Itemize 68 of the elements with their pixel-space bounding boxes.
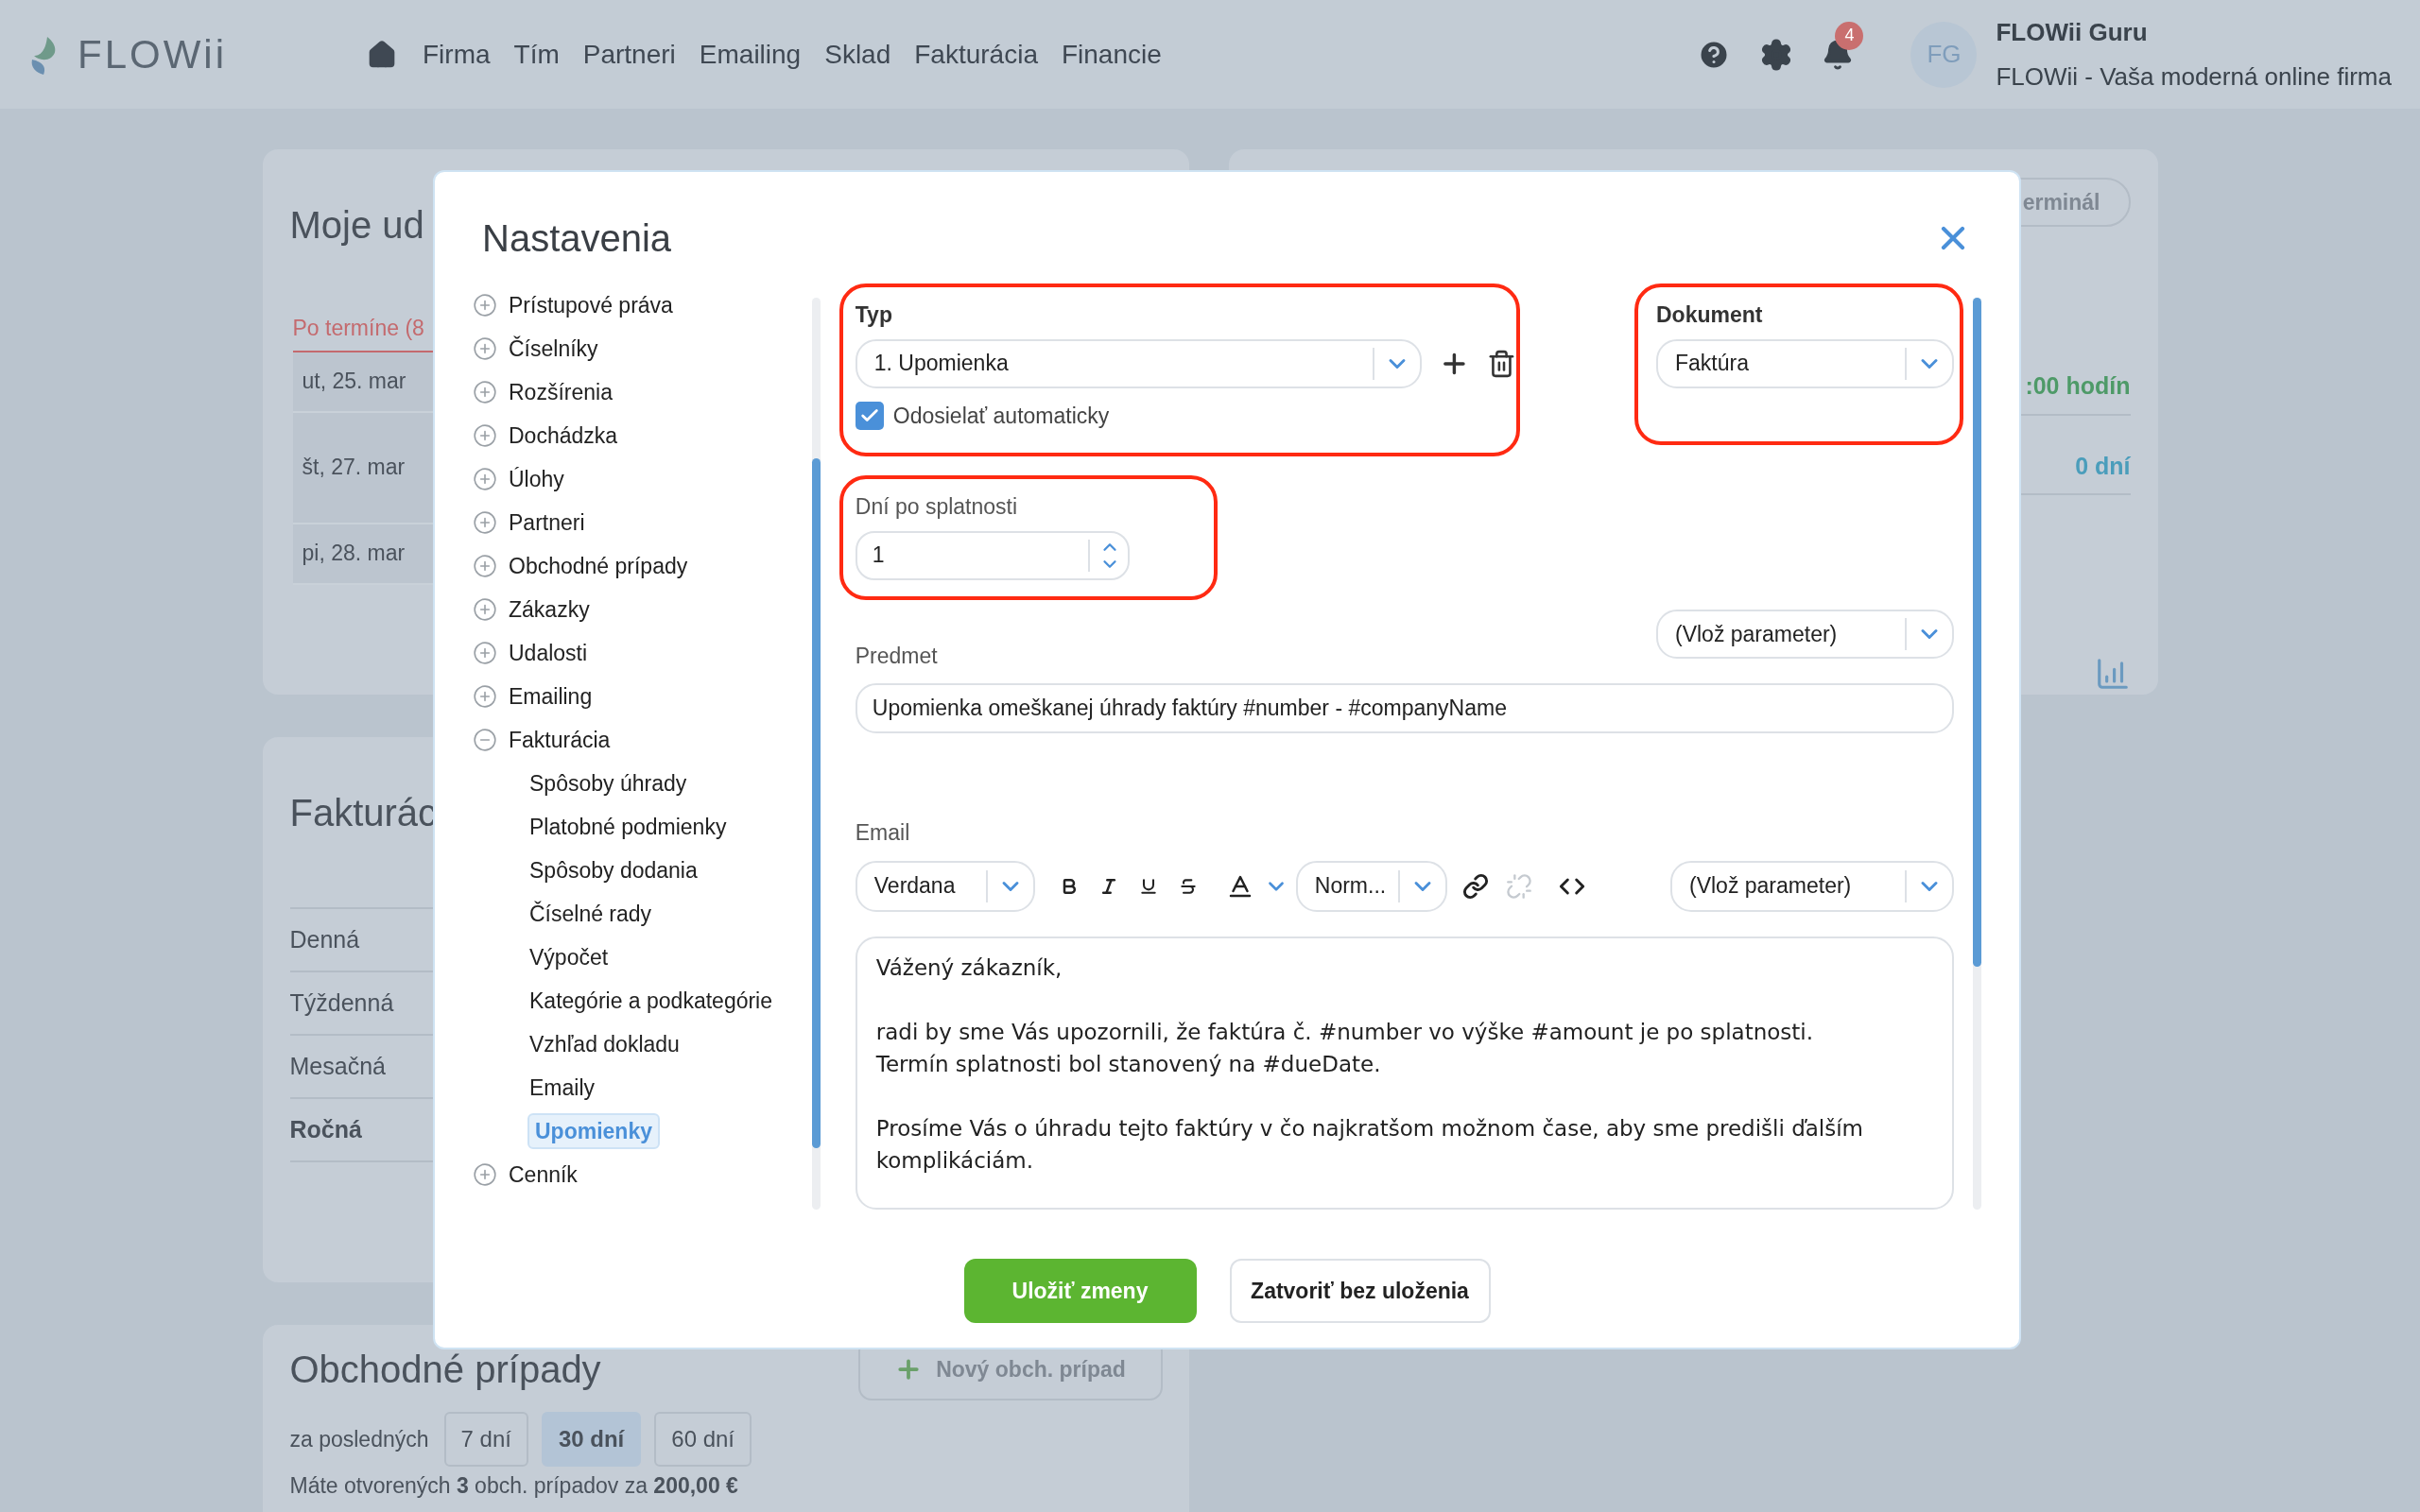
user-name: FLOWii Guru — [1996, 16, 2149, 48]
field-label: Dní po splatnosti — [855, 493, 1019, 521]
field-label: Email — [855, 819, 911, 848]
type-select[interactable]: 1. Upomienka — [855, 338, 1423, 388]
expand-icon — [473, 1162, 497, 1187]
range-label: za posledných — [289, 1425, 429, 1453]
range-pill[interactable]: 7 dní — [443, 1412, 528, 1467]
field-label: Predmet — [855, 642, 938, 670]
expand-icon — [473, 293, 497, 318]
nav-link[interactable]: Partneri — [582, 34, 676, 75]
link-icon[interactable] — [1461, 872, 1489, 900]
tree-item[interactable]: Zákazky — [473, 588, 812, 631]
field-label: Dokument — [1656, 301, 1764, 329]
underline-icon[interactable] — [1138, 876, 1158, 896]
card-title: Obchodné prípady — [289, 1348, 601, 1392]
nav-link[interactable]: Financie — [1061, 34, 1162, 75]
strikethrough-icon[interactable] — [1178, 876, 1198, 896]
subject-field[interactable]: Upomienka omeškanej úhrady faktúry #number - #companyName — [855, 683, 1954, 734]
tree-subitem[interactable]: Spôsoby dodania — [527, 853, 700, 887]
email-editor[interactable] — [855, 936, 1954, 1210]
font-select[interactable]: Verdana — [855, 860, 1035, 912]
logo-text: FLOWii — [78, 31, 227, 78]
email-paragraph: Prosíme Vás o úhradu tejto faktúry v čo najkratšom možnom čase, aby sme predišli ďalším komplikáciám. — [875, 1114, 1865, 1175]
number-field[interactable]: 1 — [855, 530, 1130, 580]
dialog-title: Nastavenia — [482, 216, 672, 261]
expand-icon — [473, 554, 497, 578]
tree-item[interactable]: Emailing — [473, 675, 812, 718]
scrollbar-thumb[interactable] — [1973, 298, 1981, 967]
company-name: FLOWii - Vaša moderná online firma — [1996, 60, 2392, 93]
collapse-icon — [473, 728, 497, 752]
nav-link[interactable]: Emailing — [699, 34, 802, 75]
checkbox[interactable] — [855, 401, 884, 430]
nav-link[interactable]: Tím — [513, 34, 560, 75]
deals-summary: Máte otvorených 3 obch. prípadov za 200,00 € — [289, 1472, 739, 1499]
scrollbar[interactable] — [1973, 298, 1981, 1210]
nav-link[interactable]: Sklad — [824, 34, 891, 75]
card-title: Fakturác — [289, 791, 438, 835]
expand-icon — [473, 510, 497, 535]
home-icon[interactable] — [367, 39, 397, 70]
notification-badge: 4 — [1835, 21, 1864, 50]
tree-item[interactable]: Udalosti — [473, 631, 812, 675]
parameter-select[interactable]: (Vlož parameter) — [1656, 610, 1954, 660]
range-pill[interactable]: 60 dní — [654, 1412, 752, 1467]
nav-link[interactable]: Fakturácia — [914, 34, 1038, 75]
expand-icon — [473, 467, 497, 491]
tree-item[interactable]: Fakturácia — [473, 718, 812, 762]
document-select[interactable]: Faktúra — [1656, 338, 1954, 388]
tree-subitem[interactable]: Platobné podmienky — [527, 810, 729, 844]
scrollbar[interactable] — [811, 298, 821, 1210]
nav-link[interactable]: Firma — [423, 34, 491, 75]
range-pill[interactable]: 30 dní — [541, 1412, 642, 1467]
tree-item[interactable]: Prístupové práva — [473, 284, 812, 327]
email-paragraph: Vážený zákazník, — [875, 954, 1063, 982]
expand-icon — [473, 423, 497, 448]
tree-subitem[interactable]: Spôsoby úhrady — [527, 766, 689, 800]
parameter-select[interactable]: (Vlož parameter) — [1670, 860, 1954, 912]
field-label: Typ — [855, 301, 893, 329]
email-paragraph: radi by sme Vás upozornili, že faktúra č. #number vo výške #amount je po splatnosti. Termín splatnosti bol stanovený na #dueDate. — [875, 1018, 1814, 1078]
expand-icon — [473, 684, 497, 709]
expand-icon — [473, 380, 497, 404]
card-title: Moje ud — [289, 203, 424, 248]
close-without-saving-button[interactable]: Zatvoriť bez uloženia — [1229, 1259, 1491, 1323]
expand-icon — [473, 597, 497, 622]
checkbox-label: Odosielať automaticky — [892, 402, 1110, 430]
scrollbar-thumb[interactable] — [811, 458, 821, 1148]
size-select[interactable]: Norm... — [1295, 860, 1447, 912]
expand-icon — [473, 336, 497, 361]
expand-icon — [473, 641, 497, 665]
